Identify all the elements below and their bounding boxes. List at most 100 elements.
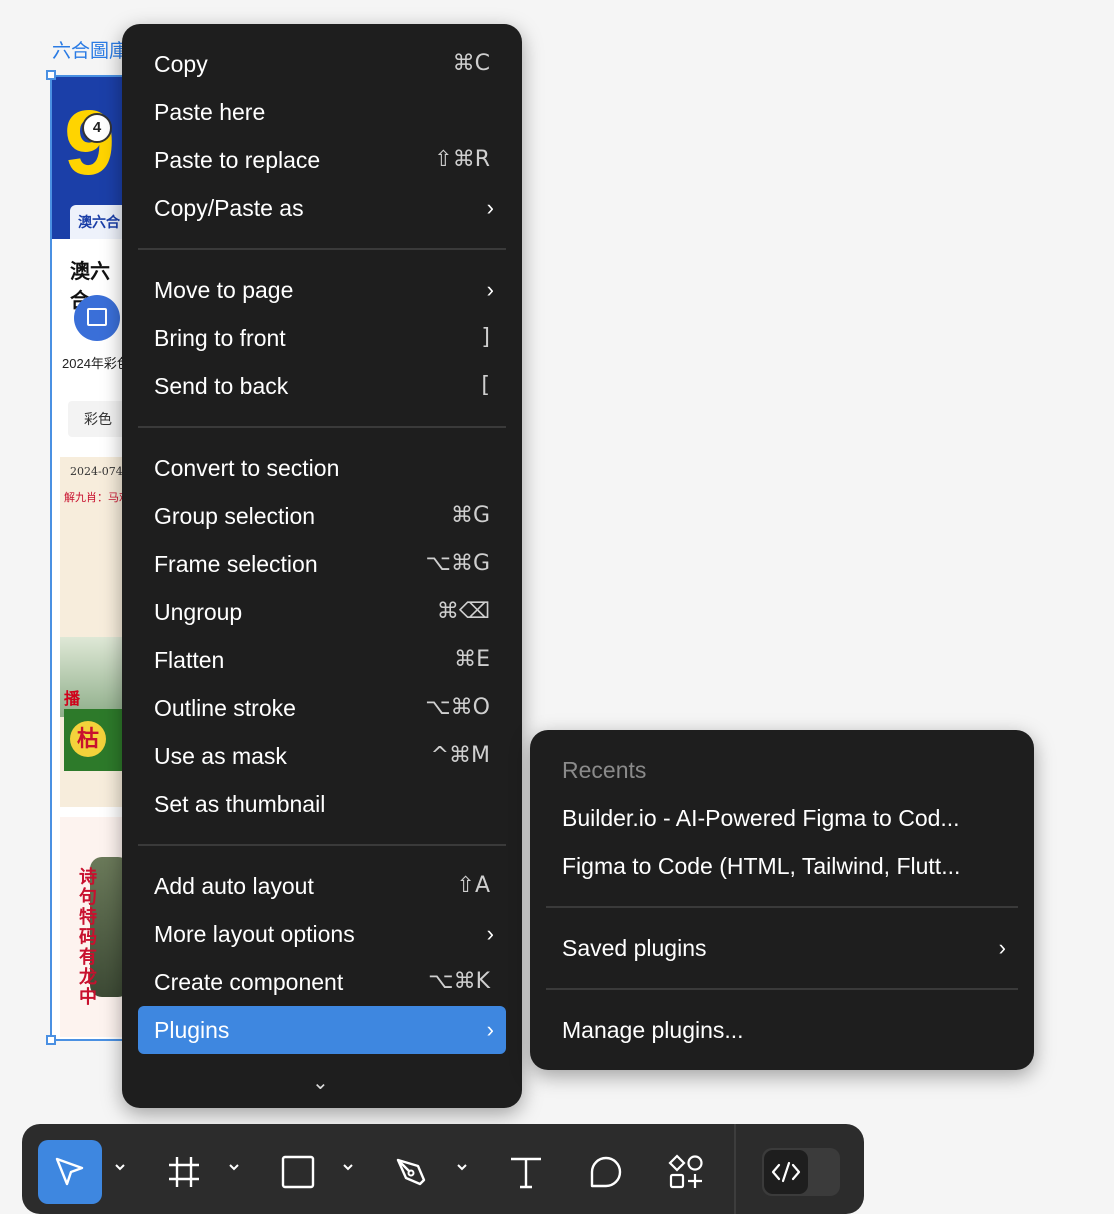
menu-item-label: Paste to replace — [154, 147, 321, 173]
text-tool-button[interactable] — [494, 1140, 558, 1204]
menu-item-shortcut: ⌥⌘O — [425, 695, 490, 720]
menu-item-label: Flatten — [154, 647, 225, 673]
menu-item-copy-paste-as[interactable]: Copy/Paste as › — [138, 184, 506, 232]
menu-item-label: Create component — [154, 969, 344, 995]
menu-item-group-selection[interactable]: Group selection ⌘G — [138, 492, 506, 540]
chevron-down-icon[interactable] — [227, 1160, 241, 1174]
menu-item-ungroup[interactable]: Ungroup ⌘⌫ — [138, 588, 506, 636]
resize-handle-top-left[interactable] — [46, 70, 56, 80]
submenu-item-manage-plugins[interactable]: Manage plugins... — [546, 1006, 1018, 1054]
menu-item-label: Frame selection — [154, 551, 318, 577]
menu-item-shortcut: ⌘E — [454, 647, 490, 672]
pen-tool-button[interactable] — [380, 1140, 444, 1204]
menu-item-label: Ungroup — [154, 599, 243, 625]
menu-item-shortcut: ] — [481, 325, 490, 350]
menu-item-flatten[interactable]: Flatten ⌘E — [138, 636, 506, 684]
menu-item-frame-selection[interactable]: Frame selection ⌥⌘G — [138, 540, 506, 588]
submenu-item-label: Manage plugins... — [562, 1017, 744, 1043]
submenu-item-label: Builder.io - AI-Powered Figma to Cod... — [562, 805, 960, 831]
menu-item-move-to-page[interactable]: Move to page › — [138, 266, 506, 314]
selected-frame[interactable]: 9 4 澳六合 澳六合 2024年彩色 彩色 2024-074 解九肖：马鸡蛇 … — [50, 75, 130, 1041]
card-issue-number: 2024-074 — [70, 465, 123, 478]
submenu-separator — [546, 906, 1018, 908]
chevron-right-icon: › — [486, 277, 494, 302]
chevron-right-icon: › — [486, 1017, 494, 1042]
menu-item-set-as-thumbnail[interactable]: Set as thumbnail — [138, 780, 506, 828]
submenu-item-label: Saved plugins — [562, 935, 707, 961]
dev-mode-toggle[interactable] — [762, 1148, 840, 1196]
menu-item-label: Outline stroke — [154, 695, 296, 721]
frame-icon — [169, 1157, 199, 1187]
cursor-icon — [55, 1157, 84, 1186]
bottom-toolbar — [22, 1124, 864, 1214]
rectangle-icon — [281, 1155, 315, 1189]
chevron-down-icon[interactable] — [113, 1160, 127, 1174]
actions-tool-button[interactable] — [654, 1140, 718, 1204]
submenu-header-label: Recents — [562, 757, 647, 783]
frame-card-image: 2024-074 解九肖：马鸡蛇 播 枯 — [60, 457, 128, 807]
menu-item-shortcut: ⌘⌫ — [436, 599, 490, 624]
chevron-down-icon[interactable]: ⌄ — [312, 1070, 329, 1095]
shape-tool-button[interactable] — [266, 1140, 330, 1204]
menu-item-bring-to-front[interactable]: Bring to front ] — [138, 314, 506, 362]
menu-item-use-as-mask[interactable]: Use as mask ^⌘M — [138, 732, 506, 780]
chevron-down-icon[interactable] — [341, 1160, 355, 1174]
menu-separator — [138, 248, 506, 250]
chevron-right-icon: › — [486, 195, 494, 220]
card-poem: 诗句特码有龙中 — [77, 867, 97, 1007]
menu-item-shortcut: ⇧⌘R — [434, 147, 490, 172]
menu-item-shortcut: [ — [481, 373, 490, 398]
menu-item-add-auto-layout[interactable]: Add auto layout ⇧A — [138, 862, 506, 910]
menu-item-label: Bring to front — [154, 325, 286, 351]
menu-item-label: Copy — [154, 51, 208, 77]
menu-item-label: Add auto layout — [154, 873, 314, 899]
move-tool-button[interactable] — [38, 1140, 102, 1204]
menu-item-paste-to-replace[interactable]: Paste to replace ⇧⌘R — [138, 136, 506, 184]
submenu-header-recents: Recents — [546, 746, 1018, 794]
frame-name-label[interactable]: 六合圖庫 — [52, 36, 128, 63]
plugins-submenu: Recents Builder.io - AI-Powered Figma to… — [530, 730, 1034, 1070]
chevron-right-icon: › — [998, 935, 1006, 960]
image-icon — [74, 295, 120, 341]
menu-item-shortcut: ⌘C — [452, 51, 490, 76]
toolbar-divider — [734, 1124, 736, 1214]
frame-tool-button[interactable] — [152, 1140, 216, 1204]
frame-logo: 9 — [64, 92, 116, 194]
code-icon — [771, 1161, 801, 1183]
chevron-right-icon: › — [486, 921, 494, 946]
submenu-item-saved-plugins[interactable]: Saved plugins › — [546, 924, 1018, 972]
menu-item-label: More layout options — [154, 921, 355, 947]
menu-item-label: Move to page — [154, 277, 294, 303]
menu-separator — [138, 426, 506, 428]
menu-item-copy[interactable]: Copy ⌘C — [138, 40, 506, 88]
menu-item-send-to-back[interactable]: Send to back [ — [138, 362, 506, 410]
recent-plugin-figma-to-code[interactable]: Figma to Code (HTML, Tailwind, Flutt... — [546, 842, 1018, 890]
menu-item-plugins[interactable]: Plugins › — [138, 1006, 506, 1054]
resize-handle-bottom-left[interactable] — [46, 1035, 56, 1045]
card-banner: 播 — [64, 691, 81, 708]
menu-item-paste-here[interactable]: Paste here — [138, 88, 506, 136]
menu-item-label: Set as thumbnail — [154, 791, 326, 817]
submenu-item-label: Figma to Code (HTML, Tailwind, Flutt... — [562, 853, 961, 879]
recent-plugin-builder-io[interactable]: Builder.io - AI-Powered Figma to Cod... — [546, 794, 1018, 842]
comment-icon — [590, 1156, 622, 1188]
actions-icon — [668, 1154, 703, 1189]
menu-item-more-layout-options[interactable]: More layout options › — [138, 910, 506, 958]
lottery-ball: 4 — [82, 113, 112, 143]
menu-item-label: Copy/Paste as — [154, 195, 304, 221]
menu-item-label: Send to back — [154, 373, 289, 399]
menu-item-shortcut: ^⌘M — [430, 743, 490, 768]
menu-item-label: Group selection — [154, 503, 316, 529]
menu-item-shortcut: ⌘G — [450, 503, 490, 528]
card-green-block: 枯 — [64, 709, 126, 771]
menu-item-convert-to-section[interactable]: Convert to section — [138, 444, 506, 492]
chevron-down-icon[interactable] — [455, 1160, 469, 1174]
context-menu: Copy ⌘C Paste here Paste to replace ⇧⌘R … — [122, 24, 522, 1108]
comment-tool-button[interactable] — [574, 1140, 638, 1204]
menu-item-outline-stroke[interactable]: Outline stroke ⌥⌘O — [138, 684, 506, 732]
menu-item-label: Use as mask — [154, 743, 287, 769]
menu-item-label: Convert to section — [154, 455, 340, 481]
pen-icon — [396, 1158, 426, 1186]
menu-item-label: Plugins — [154, 1017, 230, 1043]
menu-item-create-component[interactable]: Create component ⌥⌘K — [138, 958, 506, 1006]
